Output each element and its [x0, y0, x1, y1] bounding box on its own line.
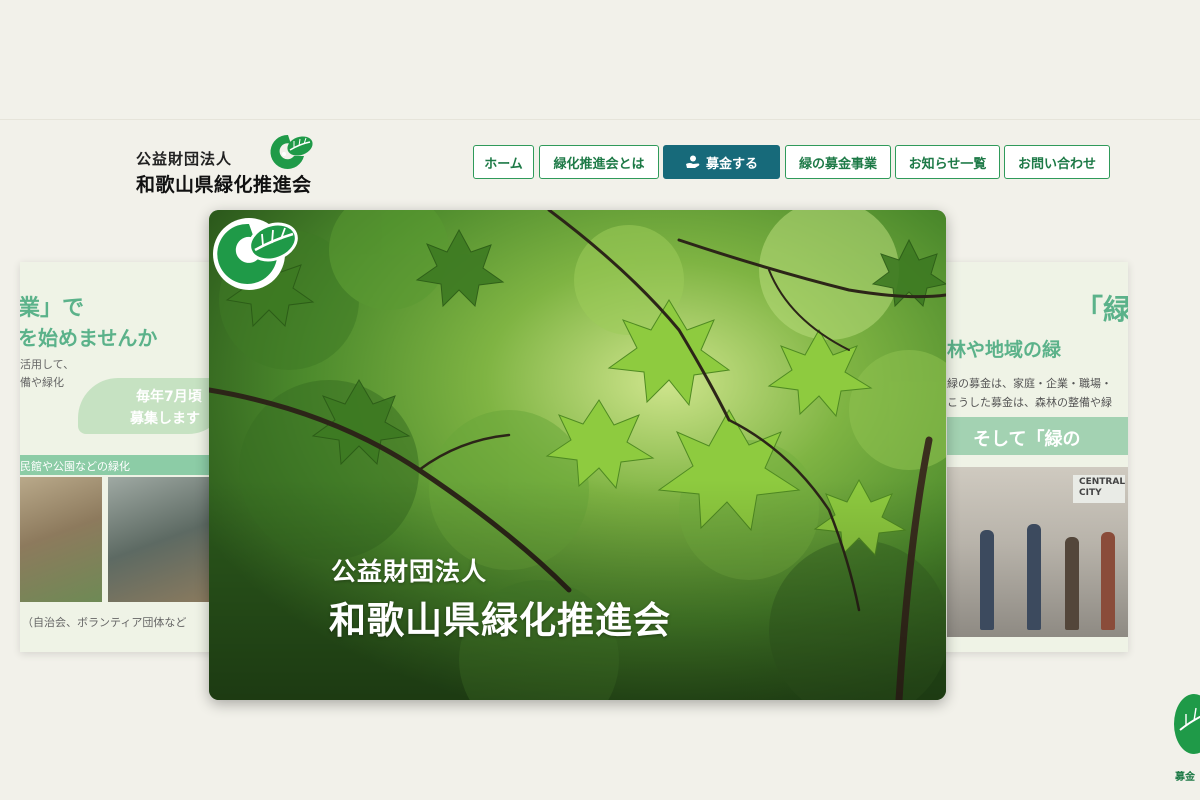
slide-next-text-2: こうした募金は、森林の整備や緑: [947, 396, 1112, 409]
slide-prev-caption: （自治会、ボランティア団体など: [22, 616, 187, 629]
nav-home[interactable]: ホーム: [473, 145, 534, 179]
hero-org-type: 公益財団法人: [331, 557, 488, 586]
slide-next-heading-2: 林や地域の緑: [947, 339, 1062, 361]
slide-next-person: [1101, 532, 1115, 630]
slide-prev-text-1: 活用して、: [20, 358, 75, 371]
slide-next-person: [980, 530, 994, 630]
green-g-leaf-logo-icon: [270, 134, 313, 169]
floating-badge-label: 募金: [1175, 772, 1195, 783]
slide-next-person: [1027, 524, 1041, 630]
slide-prev-band-text: 民館や公園などの緑化: [20, 460, 130, 473]
hero-org-name: 和歌山県緑化推進会: [329, 599, 671, 642]
nav-contact[interactable]: お問い合わせ: [1004, 145, 1110, 179]
slide-prev-heading-1: 業」で: [20, 296, 85, 321]
slide-prev-photo-volunteers: [108, 477, 220, 602]
slide-prev-bubble-line-2: 募集します: [130, 411, 200, 427]
slide-prev-text-2: 備や緑化: [20, 376, 64, 389]
carousel-slide-previous[interactable]: 業」で を始めませんか 活用して、 備や緑化 毎年7月頃 募集します 民館や公園…: [20, 262, 220, 652]
logo-org-name: 和歌山県緑化推進会: [136, 174, 312, 196]
hero-logo-icon: [213, 218, 298, 290]
nav-about-label: 緑化推進会とは: [553, 156, 645, 172]
nav-news-label: お知らせ一覧: [908, 156, 987, 172]
donate-hand-icon: [685, 155, 700, 168]
slide-next-text-1: 緑の募金は、家庭・企業・職場・: [947, 377, 1112, 390]
floating-donate-badge[interactable]: 募金: [1172, 690, 1200, 800]
header-divider: [0, 119, 1200, 120]
nav-news-list[interactable]: お知らせ一覧: [895, 145, 1000, 179]
nav-green-fund-label: 緑の募金事業: [798, 156, 877, 172]
carousel-slide-next[interactable]: 「緑 林や地域の緑 緑の募金は、家庭・企業・職場・ こうした募金は、森林の整備や…: [935, 262, 1128, 652]
logo-org-type: 公益財団法人: [136, 150, 233, 168]
nav-donate-button[interactable]: 募金する: [663, 145, 780, 179]
slide-prev-bubble-line-1: 毎年7月頃: [136, 389, 202, 405]
slide-prev-heading-2: を始めませんか: [20, 326, 158, 350]
nav-green-fund-projects[interactable]: 緑の募金事業: [785, 145, 891, 179]
slide-prev-photo-planting: [20, 477, 102, 602]
slide-next-person: [1065, 537, 1079, 630]
nav-donate-label: 募金する: [705, 156, 758, 172]
slide-next-heading-1: 「緑: [1075, 293, 1128, 326]
slide-next-sign-text: CENTRAL CITY: [1079, 477, 1126, 498]
slide-next-band-text: そして「緑の: [973, 429, 1081, 450]
nav-contact-label: お問い合わせ: [1017, 156, 1096, 172]
green-leaf-badge-icon: [1174, 694, 1200, 754]
site-logo[interactable]: 公益財団法人 和歌山県緑化推進会: [136, 132, 326, 196]
nav-home-label: ホーム: [484, 156, 523, 172]
carousel-slide-current[interactable]: 公益財団法人 和歌山県緑化推進会: [209, 210, 946, 700]
nav-about[interactable]: 緑化推進会とは: [539, 145, 659, 179]
